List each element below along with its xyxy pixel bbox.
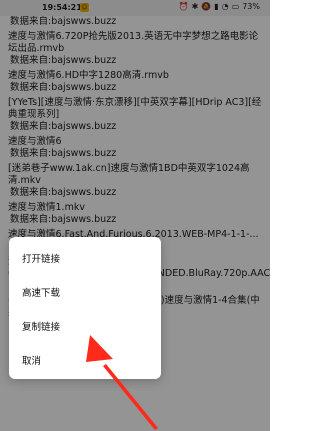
menu-item-open-link[interactable]: 打开链接	[9, 241, 161, 275]
menu-item-cancel[interactable]: 取消	[9, 343, 161, 377]
context-menu: 打开链接 高速下载 复制链接 取消	[9, 237, 161, 379]
menu-item-fast-download[interactable]: 高速下载	[9, 275, 161, 309]
menu-item-copy-link[interactable]: 复制链接	[9, 309, 161, 343]
